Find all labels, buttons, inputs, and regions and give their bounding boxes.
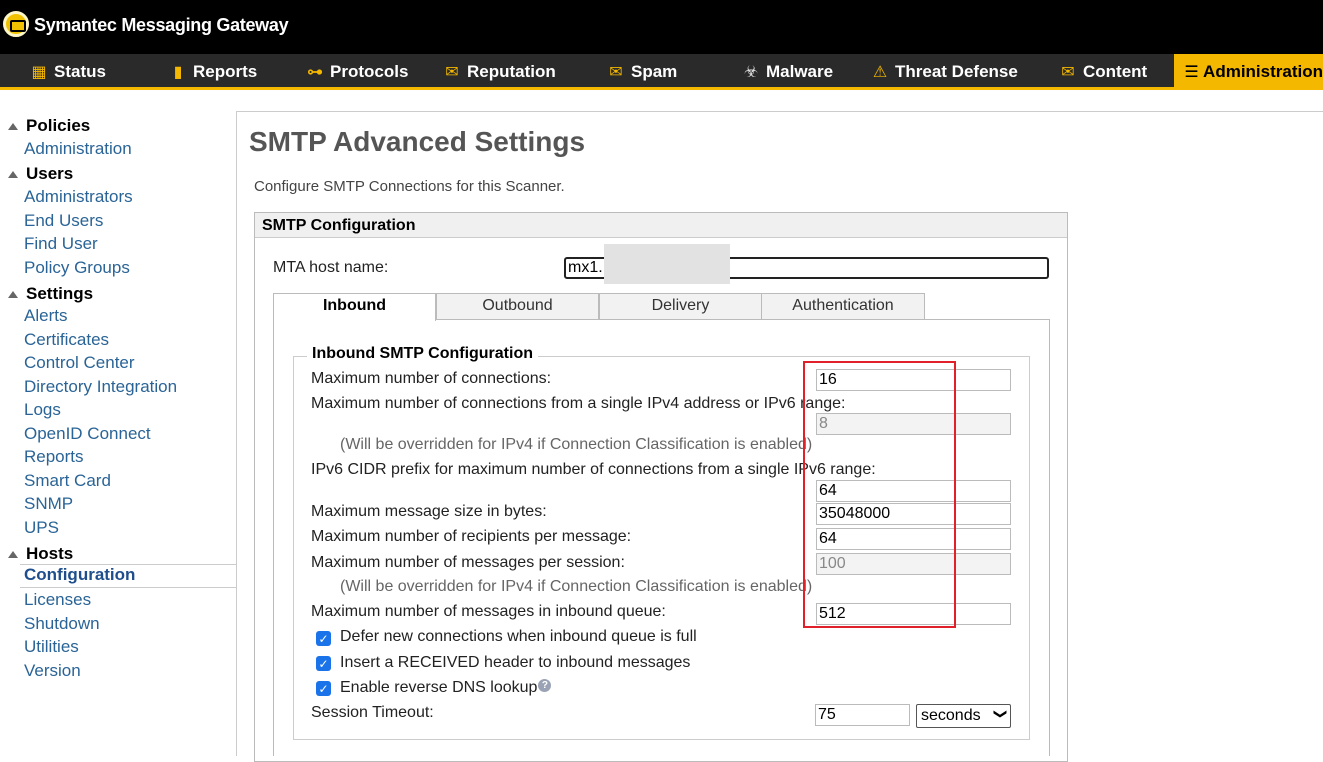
session-timeout-label: Session Timeout:: [311, 704, 434, 721]
main-nav: ▦ Status ▮ Reports ⊶ Protocols ✉ Reputat…: [0, 54, 1323, 90]
max-queue-label: Maximum number of messages in inbound qu…: [311, 603, 666, 620]
max-connections-label: Maximum number of connections:: [311, 370, 552, 387]
sidebar-item-find-user[interactable]: Find User: [24, 234, 98, 254]
status-icon: ▦: [31, 64, 47, 81]
highlight-annotation: [803, 361, 956, 628]
received-header-label: Insert a RECEIVED header to inbound mess…: [340, 654, 691, 671]
symantec-logo-icon: [3, 11, 29, 37]
sidebar-item-licenses[interactable]: Licenses: [24, 590, 91, 610]
timeout-unit-select[interactable]: seconds ❯: [916, 704, 1011, 728]
tab-authentication[interactable]: Authentication: [761, 293, 925, 320]
sidebar-item-ups[interactable]: UPS: [24, 518, 59, 538]
sidebar-item-utilities[interactable]: Utilities: [24, 637, 79, 657]
sidebar-item-logs[interactable]: Logs: [24, 400, 61, 420]
sidebar-item-policy-groups[interactable]: Policy Groups: [24, 258, 130, 278]
page-title: SMTP Advanced Settings: [249, 126, 586, 157]
sidebar-item-alerts[interactable]: Alerts: [24, 306, 67, 326]
spam-icon: ✉: [609, 64, 623, 81]
redacted-area: [604, 244, 730, 284]
administration-icon: ☰: [1184, 64, 1199, 81]
max-per-ip-label: Maximum number of connections from a sin…: [311, 395, 846, 412]
defer-checkbox[interactable]: ✓: [316, 631, 331, 646]
session-timeout-input[interactable]: [815, 704, 910, 726]
mta-host-label: MTA host name:: [273, 259, 389, 276]
sidebar-item-smart-card[interactable]: Smart Card: [24, 471, 111, 491]
sidebar-item-snmp[interactable]: SNMP: [24, 494, 73, 514]
received-header-checkbox[interactable]: ✓: [316, 656, 331, 671]
malware-icon: ☣: [743, 64, 759, 81]
sidebar-item-certificates[interactable]: Certificates: [24, 330, 109, 350]
defer-label: Defer new connections when inbound queue…: [340, 628, 697, 645]
sidebar-item-version[interactable]: Version: [24, 661, 81, 681]
sidebar-item-administrators[interactable]: Administrators: [24, 187, 133, 207]
page-description: Configure SMTP Connections for this Scan…: [254, 178, 565, 195]
sidebar-group-settings[interactable]: Settings: [8, 284, 93, 304]
sidebar-item-configuration[interactable]: Configuration: [20, 564, 237, 588]
ipv6-prefix-label: IPv6 CIDR prefix for maximum number of c…: [311, 461, 876, 478]
inbound-legend: Inbound SMTP Configuration: [307, 345, 538, 363]
tab-delivery[interactable]: Delivery: [599, 293, 762, 320]
help-icon[interactable]: ?: [538, 679, 552, 692]
collapse-triangle-icon: [8, 290, 18, 298]
app-header: Symantec Messaging Gateway: [0, 0, 1323, 54]
collapse-triangle-icon: [8, 122, 18, 130]
sidebar-item-reports[interactable]: Reports: [24, 447, 84, 467]
nav-status[interactable]: ▦ Status: [28, 54, 106, 90]
max-msgs-session-label: Maximum number of messages per session:: [311, 554, 625, 571]
sidebar-group-hosts[interactable]: Hosts: [8, 544, 73, 564]
reverse-dns-checkbox[interactable]: ✓: [316, 681, 331, 696]
override-note-2: (Will be overridden for IPv4 if Connecti…: [340, 578, 813, 595]
nav-reports[interactable]: ▮ Reports: [167, 54, 258, 90]
panel-title: SMTP Configuration: [255, 213, 1067, 238]
nav-administration[interactable]: ☰ Administration: [1174, 54, 1323, 90]
sidebar-group-policies[interactable]: Policies: [8, 116, 90, 136]
collapse-triangle-icon: [8, 550, 18, 558]
nav-protocols[interactable]: ⊶ Protocols: [304, 54, 408, 90]
protocols-icon: ⊶: [307, 64, 323, 81]
reports-icon: ▮: [173, 64, 183, 81]
override-note: (Will be overridden for IPv4 if Connecti…: [340, 436, 813, 453]
reputation-icon: ✉: [445, 64, 459, 81]
app-title: Symantec Messaging Gateway: [34, 15, 289, 35]
sidebar-item-control-center[interactable]: Control Center: [24, 353, 135, 373]
nav-content[interactable]: ✉ Content: [1057, 54, 1147, 90]
sidebar-item-policy-administration[interactable]: Administration: [24, 139, 132, 159]
nav-reputation[interactable]: ✉ Reputation: [441, 54, 555, 90]
sidebar-item-end-users[interactable]: End Users: [24, 211, 103, 231]
max-msg-size-label: Maximum message size in bytes:: [311, 503, 547, 520]
threat-defense-icon: ⚠: [872, 64, 888, 81]
sidebar-item-openid-connect[interactable]: OpenID Connect: [24, 424, 151, 444]
max-recipients-label: Maximum number of recipients per message…: [311, 528, 632, 545]
content-icon: ✉: [1061, 64, 1075, 81]
collapse-triangle-icon: [8, 170, 18, 178]
chevron-down-icon: ❯: [993, 708, 1009, 720]
nav-spam[interactable]: ✉ Spam: [605, 54, 677, 90]
reverse-dns-label: Enable reverse DNS lookup?: [340, 679, 552, 697]
tab-outbound[interactable]: Outbound: [436, 293, 599, 320]
tab-inbound[interactable]: Inbound: [273, 293, 436, 321]
nav-threat-defense[interactable]: ⚠ Threat Defense: [869, 54, 1018, 90]
nav-malware[interactable]: ☣ Malware: [740, 54, 833, 90]
sidebar-item-shutdown[interactable]: Shutdown: [24, 614, 100, 634]
sidebar-item-directory-integration[interactable]: Directory Integration: [24, 377, 177, 397]
sidebar-group-users[interactable]: Users: [8, 164, 73, 184]
